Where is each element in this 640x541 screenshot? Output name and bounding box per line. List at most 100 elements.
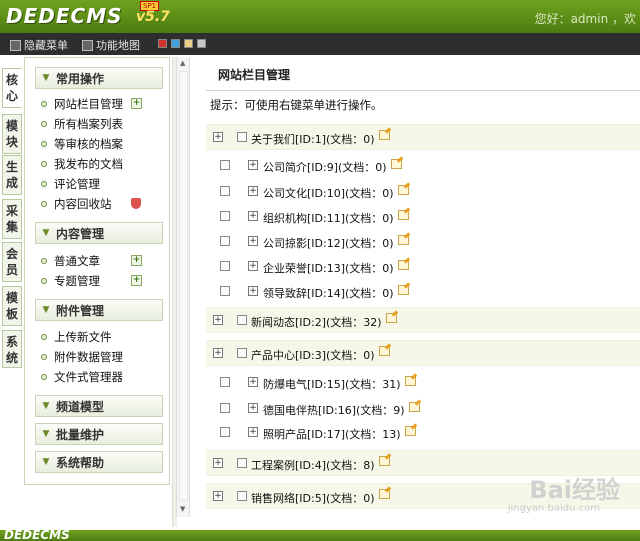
sidebar-item[interactable]: 等审核的档案 — [41, 136, 123, 152]
edit-icon[interactable] — [379, 456, 390, 466]
row-checkbox[interactable] — [220, 211, 230, 221]
category-label[interactable]: 公司掠影[ID:12](文档：0) — [263, 235, 394, 251]
subcategory-row[interactable]: + 公司简介[ID:9](文档：0) — [206, 153, 640, 179]
group-batch[interactable]: ▼ 批量维护 — [35, 423, 163, 445]
group-help[interactable]: ▼ 系统帮助 — [35, 451, 163, 473]
expand-icon[interactable]: + — [248, 236, 258, 246]
expand-icon[interactable]: + — [248, 286, 258, 296]
scroll-down-icon[interactable]: ▼ — [180, 505, 185, 513]
tab-template[interactable]: 模板 — [2, 286, 22, 326]
row-checkbox[interactable] — [220, 160, 230, 170]
row-checkbox[interactable] — [220, 186, 230, 196]
expand-icon[interactable]: + — [248, 427, 258, 437]
site-map-button[interactable]: 功能地图 — [82, 37, 140, 53]
category-row[interactable]: + 新闻动态[ID:2](文档：32) — [206, 307, 640, 333]
edit-icon[interactable] — [398, 235, 409, 245]
edit-icon[interactable] — [398, 210, 409, 220]
add-icon[interactable]: + — [131, 98, 142, 109]
tab-system[interactable]: 系统 — [2, 330, 22, 368]
expand-icon[interactable]: + — [213, 348, 223, 358]
scroll-thumb[interactable] — [179, 71, 188, 501]
scroll-up-icon[interactable]: ▲ — [180, 59, 185, 67]
category-label[interactable]: 公司简介[ID:9](文档：0) — [263, 159, 387, 175]
edit-icon[interactable] — [379, 489, 390, 499]
sidebar-item[interactable]: 内容回收站 — [41, 196, 112, 212]
subcategory-row[interactable]: + 组织机构[ID:11](文档：0) — [206, 204, 640, 230]
category-label[interactable]: 组织机构[ID:11](文档：0) — [263, 210, 394, 226]
sidebar-item[interactable]: 专题管理 — [41, 273, 100, 289]
subcategory-row[interactable]: + 企业荣誉[ID:13](文档：0) — [206, 254, 640, 280]
subcategory-row[interactable]: + 防爆电气[ID:15](文档：31) — [206, 370, 640, 396]
row-checkbox[interactable] — [220, 261, 230, 271]
category-label[interactable]: 公司文化[ID:10](文档：0) — [263, 185, 394, 201]
edit-icon[interactable] — [379, 346, 390, 356]
edit-icon[interactable] — [391, 159, 402, 169]
category-label[interactable]: 销售网络[ID:5](文档：0) — [251, 490, 375, 506]
subcategory-row[interactable]: + 领导致辞[ID:14](文档：0) — [206, 279, 640, 305]
sidebar-item[interactable]: 上传新文件 — [41, 329, 112, 345]
row-checkbox[interactable] — [237, 315, 247, 325]
row-checkbox[interactable] — [220, 403, 230, 413]
category-label[interactable]: 企业荣誉[ID:13](文档：0) — [263, 260, 394, 276]
edit-icon[interactable] — [398, 260, 409, 270]
tab-module[interactable]: 模块 — [2, 114, 22, 154]
tab-generate[interactable]: 生成 — [2, 155, 22, 195]
sidebar-item[interactable]: 所有档案列表 — [41, 116, 123, 132]
expand-icon[interactable]: + — [213, 315, 223, 325]
category-row[interactable]: + 关于我们[ID:1](文档：0) — [206, 124, 640, 150]
expand-icon[interactable]: + — [213, 132, 223, 142]
tab-core[interactable]: 核心 — [2, 68, 22, 108]
subcategory-row[interactable]: + 公司掠影[ID:12](文档：0) — [206, 229, 640, 255]
scrollbar[interactable]: ▲ ▼ — [176, 57, 190, 517]
edit-icon[interactable] — [405, 376, 416, 386]
row-checkbox[interactable] — [220, 286, 230, 296]
category-label[interactable]: 防爆电气[ID:15](文档：31) — [263, 376, 401, 392]
edit-icon[interactable] — [386, 313, 397, 323]
category-label[interactable]: 新闻动态[ID:2](文档：32) — [251, 314, 382, 330]
category-label[interactable]: 关于我们[ID:1](文档：0) — [251, 131, 375, 147]
expand-icon[interactable]: + — [248, 186, 258, 196]
edit-icon[interactable] — [379, 130, 390, 140]
row-checkbox[interactable] — [220, 236, 230, 246]
sidebar-item[interactable]: 网站栏目管理 — [41, 96, 123, 112]
group-channel[interactable]: ▼ 频道模型 — [35, 395, 163, 417]
expand-icon[interactable]: + — [248, 160, 258, 170]
category-label[interactable]: 产品中心[ID:3](文档：0) — [251, 347, 375, 363]
theme-swatch-blue[interactable] — [171, 39, 180, 48]
edit-icon[interactable] — [398, 185, 409, 195]
category-label[interactable]: 照明产品[ID:17](文档：13) — [263, 426, 401, 442]
sidebar-item[interactable]: 我发布的文档 — [41, 156, 123, 172]
expand-icon[interactable]: + — [248, 211, 258, 221]
edit-icon[interactable] — [405, 426, 416, 436]
add-icon[interactable]: + — [131, 275, 142, 286]
group-common[interactable]: ▼ 常用操作 — [35, 67, 163, 89]
expand-icon[interactable]: + — [248, 403, 258, 413]
row-checkbox[interactable] — [220, 427, 230, 437]
edit-icon[interactable] — [409, 402, 420, 412]
sidebar-item[interactable]: 文件式管理器 — [41, 369, 123, 385]
theme-swatch-yellow[interactable] — [184, 39, 193, 48]
expand-icon[interactable]: + — [248, 261, 258, 271]
row-checkbox[interactable] — [237, 491, 247, 501]
hide-menu-button[interactable]: 隐藏菜单 — [10, 37, 68, 53]
row-checkbox[interactable] — [220, 377, 230, 387]
category-label[interactable]: 德国电伴热[ID:16](文档：9) — [263, 402, 405, 418]
row-checkbox[interactable] — [237, 132, 247, 142]
subcategory-row[interactable]: + 照明产品[ID:17](文档：13) — [206, 420, 640, 446]
edit-icon[interactable] — [398, 285, 409, 295]
expand-icon[interactable]: + — [213, 491, 223, 501]
row-checkbox[interactable] — [237, 348, 247, 358]
expand-icon[interactable]: + — [213, 458, 223, 468]
sidebar-item[interactable]: 评论管理 — [41, 176, 100, 192]
subcategory-row[interactable]: + 公司文化[ID:10](文档：0) — [206, 179, 640, 205]
category-row[interactable]: + 产品中心[ID:3](文档：0) — [206, 340, 640, 366]
group-content[interactable]: ▼ 内容管理 — [35, 222, 163, 244]
subcategory-row[interactable]: + 德国电伴热[ID:16](文档：9) — [206, 396, 640, 422]
sidebar-item[interactable]: 附件数据管理 — [41, 349, 123, 365]
add-icon[interactable]: + — [131, 255, 142, 266]
row-checkbox[interactable] — [237, 458, 247, 468]
tab-collect[interactable]: 采集 — [2, 199, 22, 239]
theme-swatch-red[interactable] — [158, 39, 167, 48]
tab-member[interactable]: 会员 — [2, 242, 22, 282]
sidebar-item[interactable]: 普通文章 — [41, 253, 100, 269]
